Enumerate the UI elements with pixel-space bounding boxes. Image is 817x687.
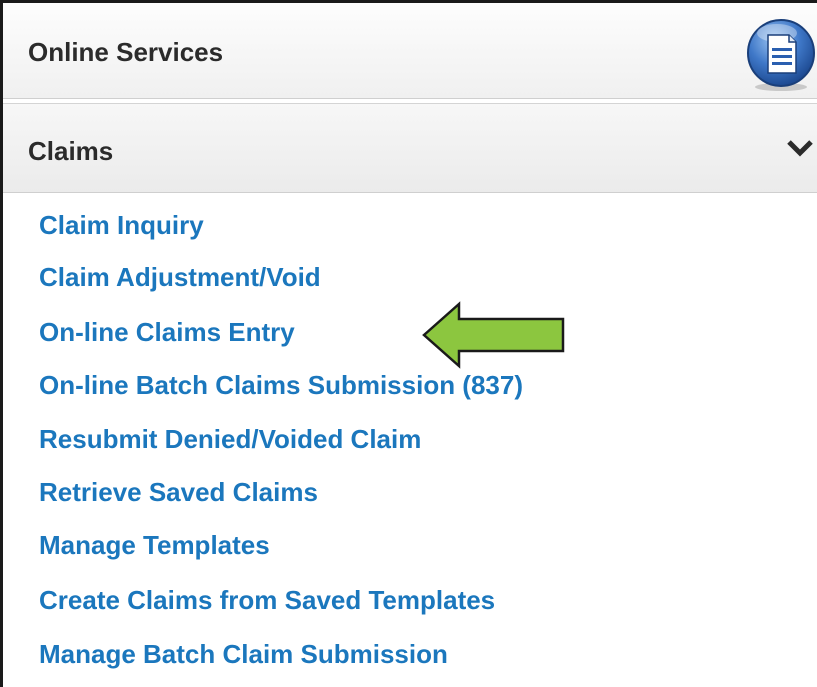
panel-title: Online Services [28,37,224,67]
link-online-batch-claims-submission[interactable]: On-line Batch Claims Submission (837) [39,370,523,401]
document-icon [747,19,815,91]
link-manage-batch-claim-submission[interactable]: Manage Batch Claim Submission [39,639,448,670]
link-retrieve-saved-claims[interactable]: Retrieve Saved Claims [39,477,318,508]
link-manage-templates[interactable]: Manage Templates [39,530,270,561]
online-services-panel: Online Services Claims Claim Inquiry Cla… [0,0,817,687]
link-claim-inquiry[interactable]: Claim Inquiry [39,210,204,241]
claims-section-header[interactable]: Claims [3,103,817,193]
link-claim-adjustment-void[interactable]: Claim Adjustment/Void [39,262,321,293]
link-resubmit-denied-voided-claim[interactable]: Resubmit Denied/Voided Claim [39,424,421,455]
panel-header: Online Services [3,3,817,99]
link-online-claims-entry[interactable]: On-line Claims Entry [39,317,295,348]
claims-section-title: Claims [28,136,114,166]
chevron-down-icon[interactable] [787,138,813,158]
arrow-left-icon [422,301,565,369]
link-create-claims-from-saved-templates[interactable]: Create Claims from Saved Templates [39,585,495,616]
